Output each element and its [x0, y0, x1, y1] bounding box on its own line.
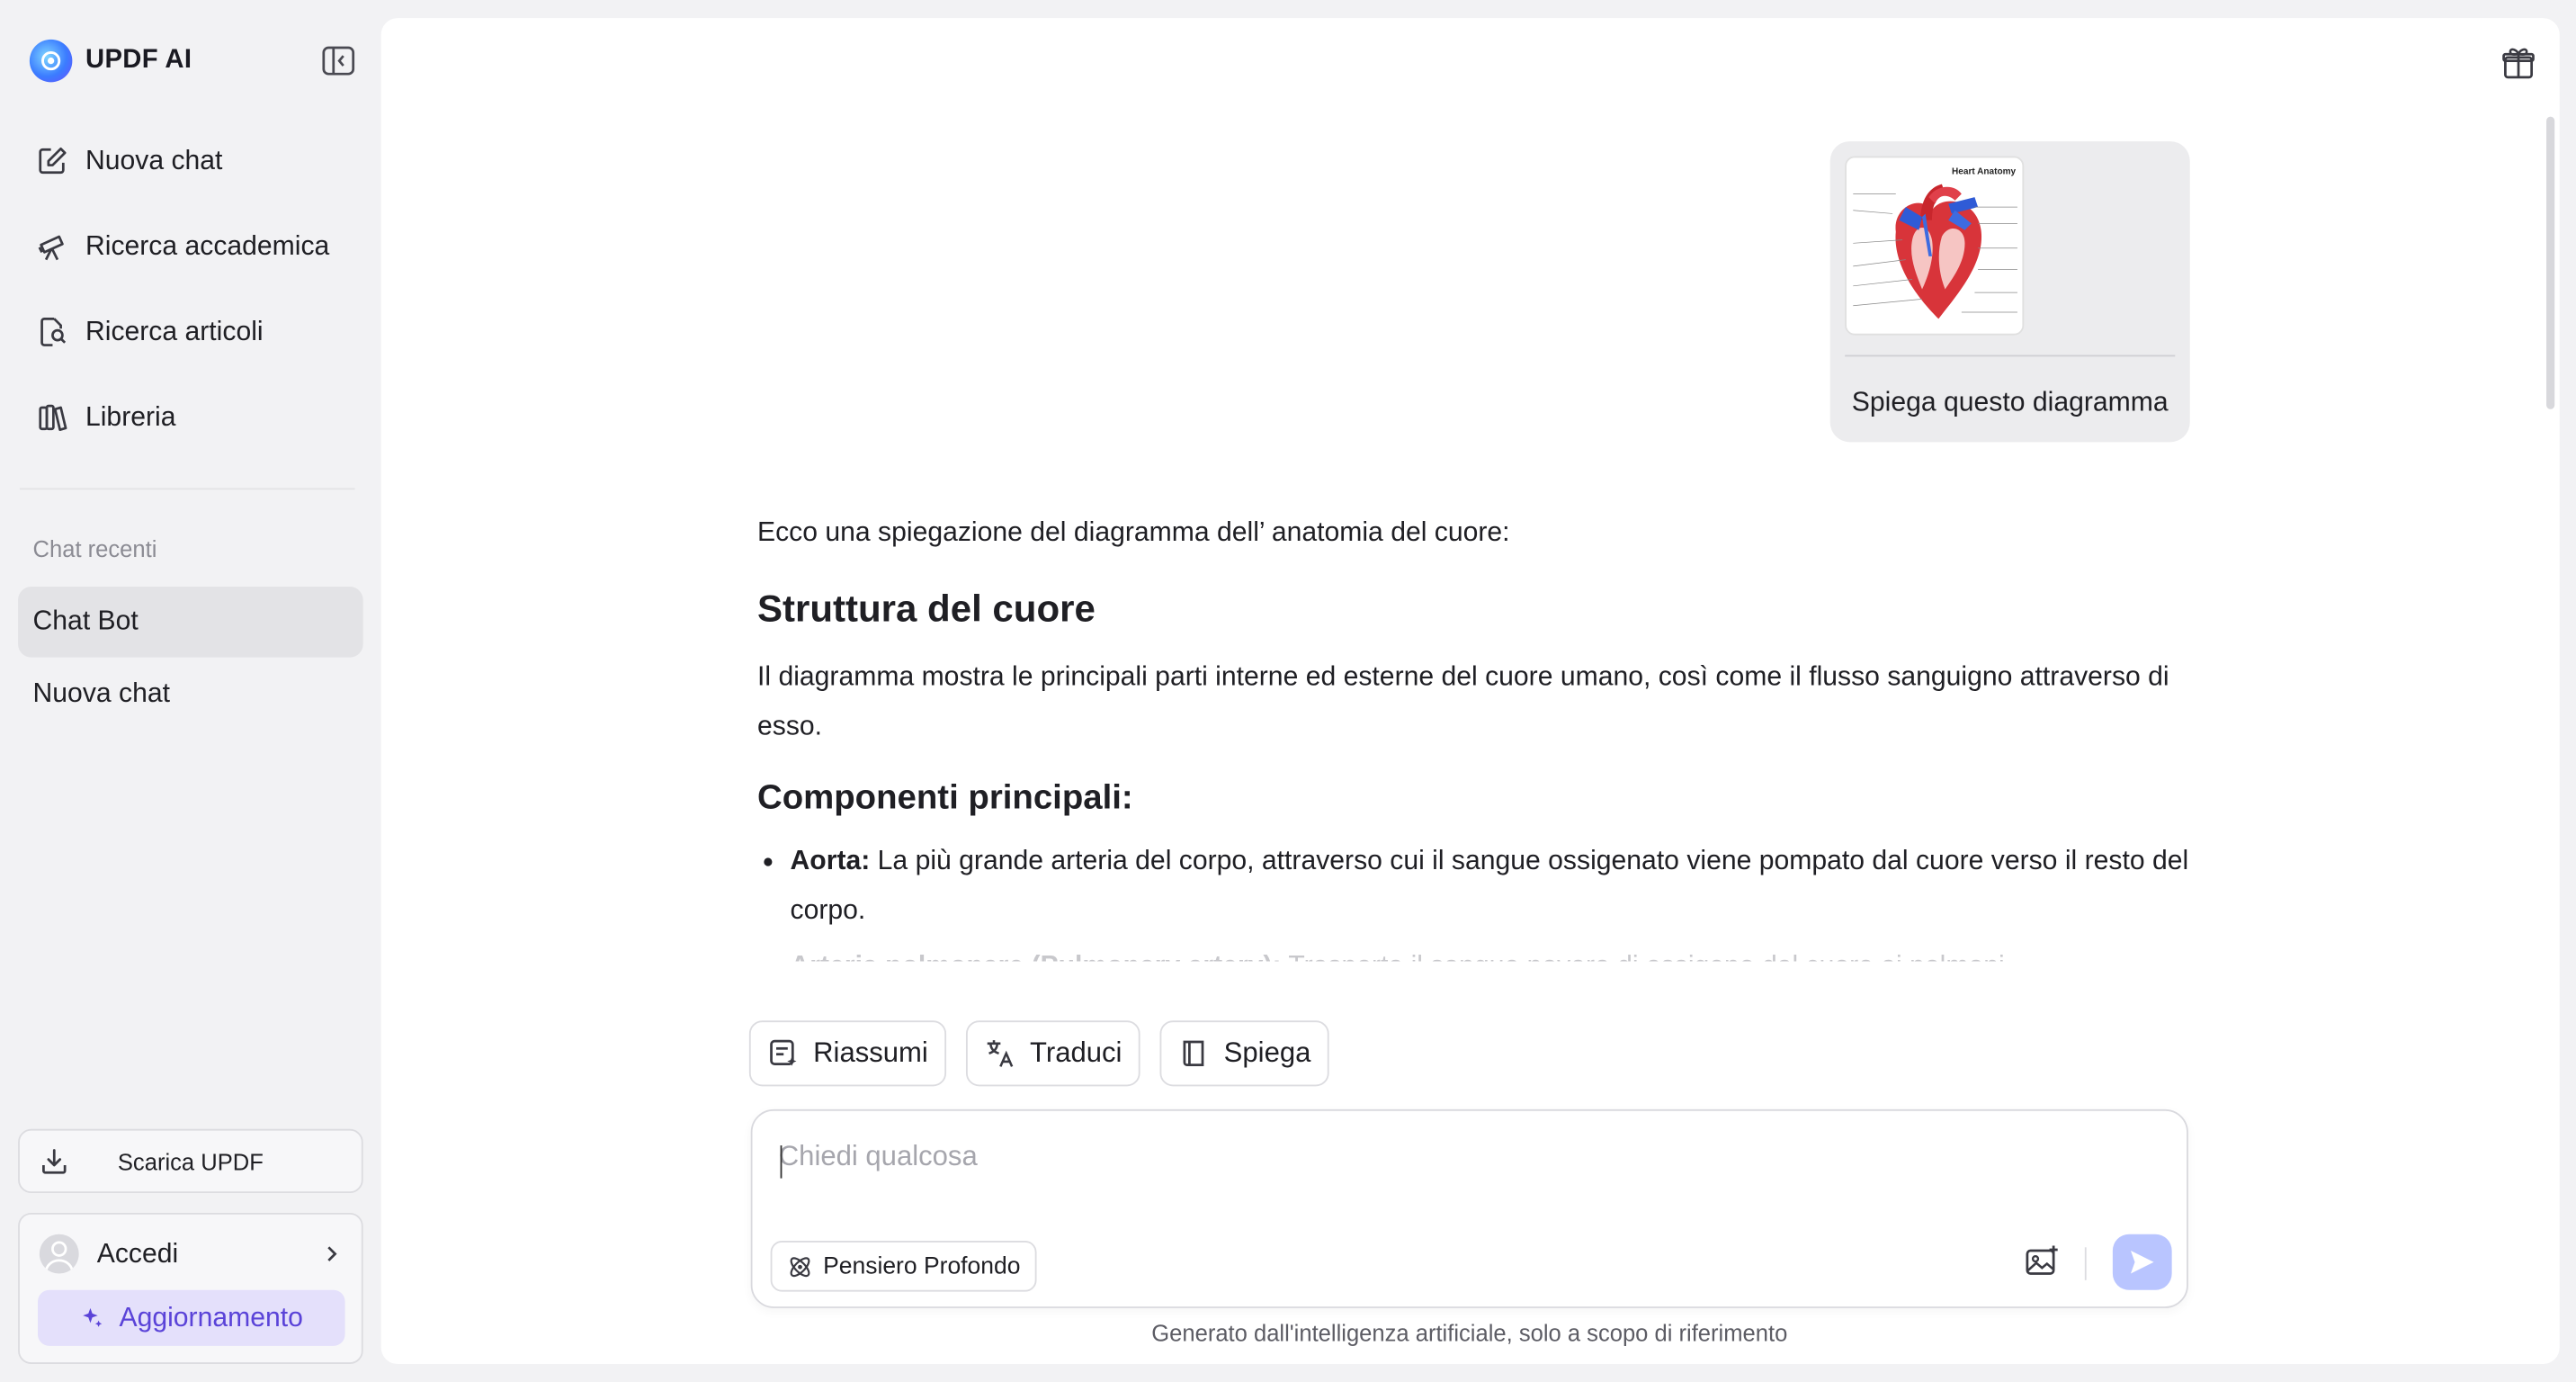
- summarize-label: Riassumi: [813, 1036, 928, 1069]
- avatar: [39, 1234, 79, 1274]
- document-search-icon: [40, 317, 67, 346]
- explain-label: Spiega: [1223, 1036, 1311, 1069]
- library-icon: [39, 404, 67, 431]
- send-icon: [2130, 1250, 2154, 1274]
- composer-divider: [2084, 1247, 2087, 1280]
- app-name: UPDF AI: [85, 46, 192, 75]
- quick-actions: Riassumi Traduci Spiega: [748, 1020, 1329, 1087]
- book-icon: [1183, 1040, 1204, 1066]
- upgrade-label: Aggiornamento: [119, 1302, 303, 1333]
- scrollbar[interactable]: [2546, 116, 2555, 409]
- list-item-text: Trasporta il sangue povero di ossigeno d…: [1282, 952, 2012, 962]
- sparkle-icon: [82, 1307, 102, 1327]
- sidebar-item-label: Nuova chat: [85, 145, 223, 175]
- deep-thinking-toggle[interactable]: Pensiero Profondo: [770, 1241, 1037, 1292]
- sidebar-divider: [19, 488, 355, 490]
- translate-button[interactable]: Traduci: [965, 1020, 1140, 1087]
- sidebar-item-article-search[interactable]: Ricerca articoli: [20, 289, 362, 374]
- sidebar-item-academic-search[interactable]: Ricerca accademica: [20, 203, 362, 289]
- text-caret: [780, 1145, 783, 1179]
- list-item-text: La più grande arteria del corpo, attrave…: [790, 846, 2189, 926]
- message-divider: [1845, 354, 2176, 357]
- sidebar-item-label: Ricerca accademica: [85, 230, 330, 261]
- upgrade-button[interactable]: Aggiornamento: [38, 1289, 345, 1346]
- sidebar-item-label: Ricerca articoli: [85, 316, 264, 346]
- answer-intro: Ecco una spiegazione del diagramma dell’…: [757, 517, 1510, 548]
- atom-icon: [790, 1256, 810, 1277]
- send-button[interactable]: [2112, 1234, 2172, 1290]
- user-message-text: Spiega questo diagramma: [1851, 388, 2169, 417]
- translate-icon: [987, 1040, 1014, 1067]
- login-row[interactable]: Accedi: [39, 1234, 342, 1274]
- download-label: Scarica UPDF: [117, 1147, 264, 1175]
- add-image-icon[interactable]: [2024, 1244, 2060, 1280]
- download-updf-button[interactable]: Scarica UPDF: [18, 1128, 363, 1194]
- list-item-term: Aorta:: [790, 846, 871, 876]
- edit-icon: [39, 147, 67, 175]
- attached-image[interactable]: Heart Anatomy: [1845, 156, 2025, 336]
- collapse-sidebar-icon[interactable]: [322, 46, 355, 76]
- sidebar-item-library[interactable]: Libreria: [20, 374, 362, 460]
- ai-disclaimer: Generato dall'intelligenza artificiale, …: [1151, 1319, 1788, 1346]
- user-message: Heart Anatomy Spiega questo diagramma: [1829, 141, 2190, 443]
- explain-button[interactable]: Spiega: [1159, 1020, 1329, 1087]
- recent-chat-item[interactable]: Nuova chat: [18, 659, 363, 730]
- sidebar-item-label: Libreria: [85, 401, 176, 432]
- sidebar-item-new-chat[interactable]: Nuova chat: [20, 119, 362, 204]
- recent-chat-item[interactable]: Chat Bot: [18, 587, 363, 658]
- summarize-button[interactable]: Riassumi: [748, 1020, 946, 1087]
- list-item: Aorta: La più grande arteria del corpo, …: [791, 837, 2196, 936]
- answer-subheading: Componenti principali:: [757, 778, 1133, 817]
- chevron-right-icon: [327, 1246, 337, 1261]
- answer-paragraph: Il diagramma mostra le principali parti …: [757, 662, 2169, 741]
- translate-label: Traduci: [1030, 1036, 1123, 1069]
- login-label: Accedi: [96, 1238, 179, 1269]
- assistant-answer: Ecco una spiegazione del diagramma dell’…: [757, 507, 2195, 967]
- chat-panel: Heart Anatomy Spiega questo diagramma Ec…: [380, 18, 2560, 1364]
- gift-icon[interactable]: [2500, 44, 2536, 80]
- sidebar: UPDF AI Nuova chat Ricerca accademica Ri…: [0, 0, 381, 1382]
- list-item: Arteria polmonare (Pulmonary artery): Tr…: [791, 942, 2196, 962]
- deep-thinking-label: Pensiero Profondo: [823, 1252, 1021, 1279]
- answer-heading: Struttura del cuore: [757, 587, 1096, 630]
- chat-composer: Pensiero Profondo: [750, 1108, 2188, 1308]
- updf-logo-icon: [29, 39, 73, 83]
- heart-diagram-icon: [1853, 184, 2017, 319]
- recent-chats-title: Chat recenti: [32, 535, 157, 562]
- sidebar-nav: Nuova chat Ricerca accademica Ricerca ar…: [20, 119, 362, 461]
- answer-list: Aorta: La più grande arteria del corpo, …: [757, 837, 2195, 962]
- summary-icon: [770, 1039, 797, 1066]
- brand[interactable]: UPDF AI: [29, 39, 192, 83]
- chat-input[interactable]: [778, 1140, 1929, 1174]
- recent-chats-list: Chat Bot Nuova chat: [18, 587, 363, 731]
- telescope-icon: [38, 235, 64, 261]
- account-card: Accedi Aggiornamento: [18, 1212, 363, 1364]
- list-item-term: Arteria polmonare (Pulmonary artery):: [791, 952, 1282, 962]
